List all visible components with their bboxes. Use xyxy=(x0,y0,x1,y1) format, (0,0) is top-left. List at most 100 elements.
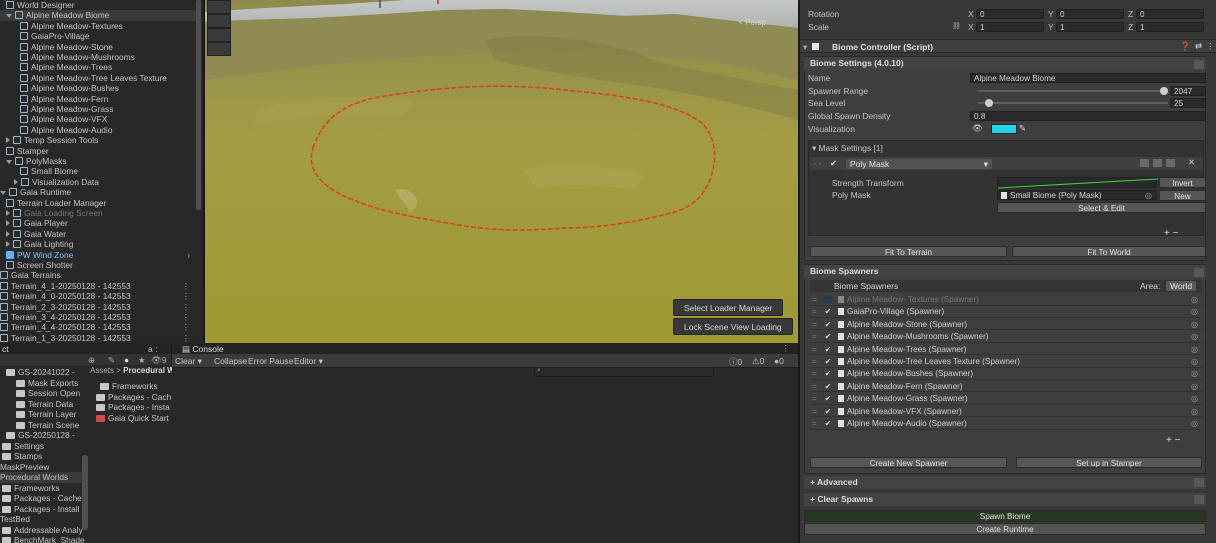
mask-drag-handle[interactable]: ∙ ∙ xyxy=(814,158,821,168)
console-clear-button[interactable]: Clear ▾ xyxy=(175,356,202,367)
terrain-menu-icon[interactable]: ⋮ xyxy=(182,291,190,301)
hierarchy-item[interactable]: GaiaPro-Village xyxy=(0,31,196,41)
rotation-x-field[interactable]: 0 xyxy=(976,9,1044,19)
project-folder-item[interactable]: Settings xyxy=(2,441,44,452)
spawner-enabled-checkbox[interactable] xyxy=(824,295,832,303)
project-folder-item[interactable]: GS-20241022 - xyxy=(6,367,75,378)
object-picker-icon[interactable]: ◎ xyxy=(1191,381,1198,393)
project-folder-item[interactable]: Frameworks xyxy=(2,483,60,494)
sea-level-slider[interactable] xyxy=(978,99,1168,107)
rotation-y-field[interactable]: 0 xyxy=(1056,9,1124,19)
spawner-row[interactable]: = ✔ Alpine Meadow-Bushes (Spawner) ◎ xyxy=(810,368,1202,380)
object-picker-icon[interactable]: ◎ xyxy=(1191,331,1198,343)
fit-to-world-button[interactable]: Fit To World xyxy=(1012,246,1206,257)
clear-spawns-help-icon[interactable] xyxy=(1194,495,1204,504)
hierarchy-item[interactable]: Alpine Meadow-Stone xyxy=(0,42,196,52)
console-collapse-button[interactable]: Collapse xyxy=(214,356,247,366)
component-menu-icon[interactable]: ⋮ xyxy=(1206,41,1215,52)
spawner-enabled-checkbox[interactable]: ✔ xyxy=(824,381,832,393)
spawner-range-slider[interactable] xyxy=(978,87,1168,95)
spawner-row[interactable]: = ✔ Alpine Meadow-Fern (Spawner) ◎ xyxy=(810,381,1202,393)
scale-y-field[interactable]: 1 xyxy=(1056,22,1124,32)
spawn-biome-button[interactable]: Spawn Biome xyxy=(804,510,1206,522)
hierarchy-item[interactable]: Gaia Runtime xyxy=(0,187,196,197)
rect-tool-icon[interactable] xyxy=(207,28,231,42)
object-picker-icon[interactable]: ◎ xyxy=(1145,191,1152,201)
drag-handle-icon[interactable]: = xyxy=(812,393,817,405)
hierarchy-item[interactable]: Alpine Meadow-Grass xyxy=(0,104,196,114)
console-error-count[interactable]: ●0 xyxy=(774,356,784,366)
object-picker-icon[interactable]: ◎ xyxy=(1191,306,1198,318)
name-field[interactable]: Alpine Meadow Biome xyxy=(970,73,1206,83)
biome-settings-header[interactable]: Biome Settings (4.0.10) xyxy=(804,57,1206,70)
spawner-row[interactable]: = ✔ Alpine Meadow-Grass (Spawner) ◎ xyxy=(810,393,1202,405)
spawner-row[interactable]: = Alpine Meadow- Textures (Spawner) ◎ xyxy=(810,294,1202,306)
project-folder-item[interactable]: MaskPreview xyxy=(0,462,49,473)
biome-settings-help-icon[interactable] xyxy=(1194,60,1204,69)
chevron-right-icon[interactable]: › xyxy=(187,250,190,260)
visualization-color-swatch[interactable] xyxy=(991,124,1017,134)
hierarchy-item[interactable]: Small Biome xyxy=(0,166,196,176)
mask-add-remove-buttons[interactable]: + − xyxy=(1164,228,1178,239)
eye-icon[interactable]: 👁 xyxy=(972,123,983,134)
spawner-enabled-checkbox[interactable]: ✔ xyxy=(824,306,832,318)
terrain-menu-icon[interactable]: ⋮ xyxy=(182,312,190,322)
foldout-arrow-icon[interactable] xyxy=(6,160,12,164)
foldout-arrow-icon[interactable] xyxy=(6,210,10,216)
project-scrollbar[interactable] xyxy=(82,455,88,530)
mask-enabled-checkbox[interactable]: ✔ xyxy=(830,158,837,169)
console-info-count[interactable]: ⓘ0 xyxy=(729,356,742,368)
hierarchy-item[interactable]: Terrain_4_4-20250128 - 142553 ⋮ xyxy=(0,322,196,332)
terrain-menu-icon[interactable]: ⋮ xyxy=(182,281,190,291)
object-picker-icon[interactable]: ◎ xyxy=(1191,368,1198,380)
fit-to-terrain-button[interactable]: Fit To Terrain xyxy=(810,246,1007,257)
mask-settings-header[interactable]: ▾ Mask Settings [1] xyxy=(812,143,883,154)
mask-copy-icon[interactable] xyxy=(1140,159,1149,167)
project-folder-item[interactable]: Terrain Scene xyxy=(16,420,79,431)
hierarchy-item[interactable]: Stamper xyxy=(0,146,196,156)
biome-spawners-header[interactable]: Biome Spawners xyxy=(804,265,1206,278)
project-folder-item[interactable]: Stamps xyxy=(2,451,42,462)
mask-type-dropdown[interactable]: Poly Mask ▾ xyxy=(846,159,992,169)
object-picker-icon[interactable]: ◎ xyxy=(1191,406,1198,418)
foldout-arrow-icon[interactable] xyxy=(6,241,10,248)
asset-item[interactable]: Packages - Cach xyxy=(96,392,176,403)
project-folder-item[interactable]: Terrain Layer xyxy=(16,409,76,420)
mask-duplicate-icon[interactable] xyxy=(1166,159,1175,167)
hierarchy-item[interactable]: Alpine Meadow-Bushes xyxy=(0,83,196,93)
object-picker-icon[interactable]: ◎ xyxy=(1191,344,1198,356)
spawner-enabled-checkbox[interactable]: ✔ xyxy=(824,406,832,418)
breadcrumb-procedural[interactable]: Procedural W xyxy=(123,366,172,375)
advanced-help-icon[interactable] xyxy=(1194,478,1204,487)
drag-handle-icon[interactable]: = xyxy=(812,294,817,306)
eyedropper-icon[interactable]: ✎ xyxy=(1019,123,1026,134)
project-tab-menu-icon[interactable]: a : xyxy=(148,344,157,354)
asset-item[interactable]: Frameworks xyxy=(100,381,180,392)
drag-handle-icon[interactable]: = xyxy=(812,331,817,343)
area-dropdown[interactable]: World xyxy=(1166,281,1197,291)
label-filter-icon[interactable]: ● xyxy=(124,355,129,365)
transform-tool-icon[interactable] xyxy=(207,42,231,56)
move-tool-icon[interactable] xyxy=(207,0,231,14)
hierarchy-item[interactable]: Alpine Meadow-Trees xyxy=(0,62,196,72)
object-picker-icon[interactable]: ◎ xyxy=(1191,319,1198,331)
select-and-edit-button[interactable]: Select & Edit xyxy=(997,202,1206,213)
spawner-enabled-checkbox[interactable]: ✔ xyxy=(824,393,832,405)
create-new-spawner-button[interactable]: Create New Spawner xyxy=(810,457,1007,468)
hierarchy-item[interactable]: World Designer xyxy=(0,0,196,10)
drag-handle-icon[interactable]: = xyxy=(812,306,817,318)
drag-handle-icon[interactable]: = xyxy=(812,344,817,356)
breadcrumb-assets[interactable]: Assets xyxy=(90,366,114,375)
hierarchy-item[interactable]: Temp Session Tools xyxy=(0,135,196,145)
spawner-enabled-checkbox[interactable]: ✔ xyxy=(824,368,832,380)
spawner-row[interactable]: = ✔ Alpine Meadow-Audio (Spawner) ◎ xyxy=(810,418,1202,430)
scale-x-field[interactable]: 1 xyxy=(976,22,1044,32)
hierarchy-item[interactable]: Terrain_1_3-20250128 - 142553 ⋮ xyxy=(0,333,196,343)
spawner-enabled-checkbox[interactable]: ✔ xyxy=(824,319,832,331)
mask-remove-icon[interactable]: ✕ xyxy=(1188,157,1195,168)
hierarchy-item[interactable]: Visualization Data xyxy=(0,177,196,187)
console-error-pause-button[interactable]: Error Pause xyxy=(248,356,293,366)
hierarchy-item[interactable]: PW Wind Zone › xyxy=(0,250,196,260)
hierarchy-item[interactable]: PolyMasks xyxy=(0,156,196,166)
hierarchy-item[interactable]: Alpine Meadow-Mushrooms xyxy=(0,52,196,62)
